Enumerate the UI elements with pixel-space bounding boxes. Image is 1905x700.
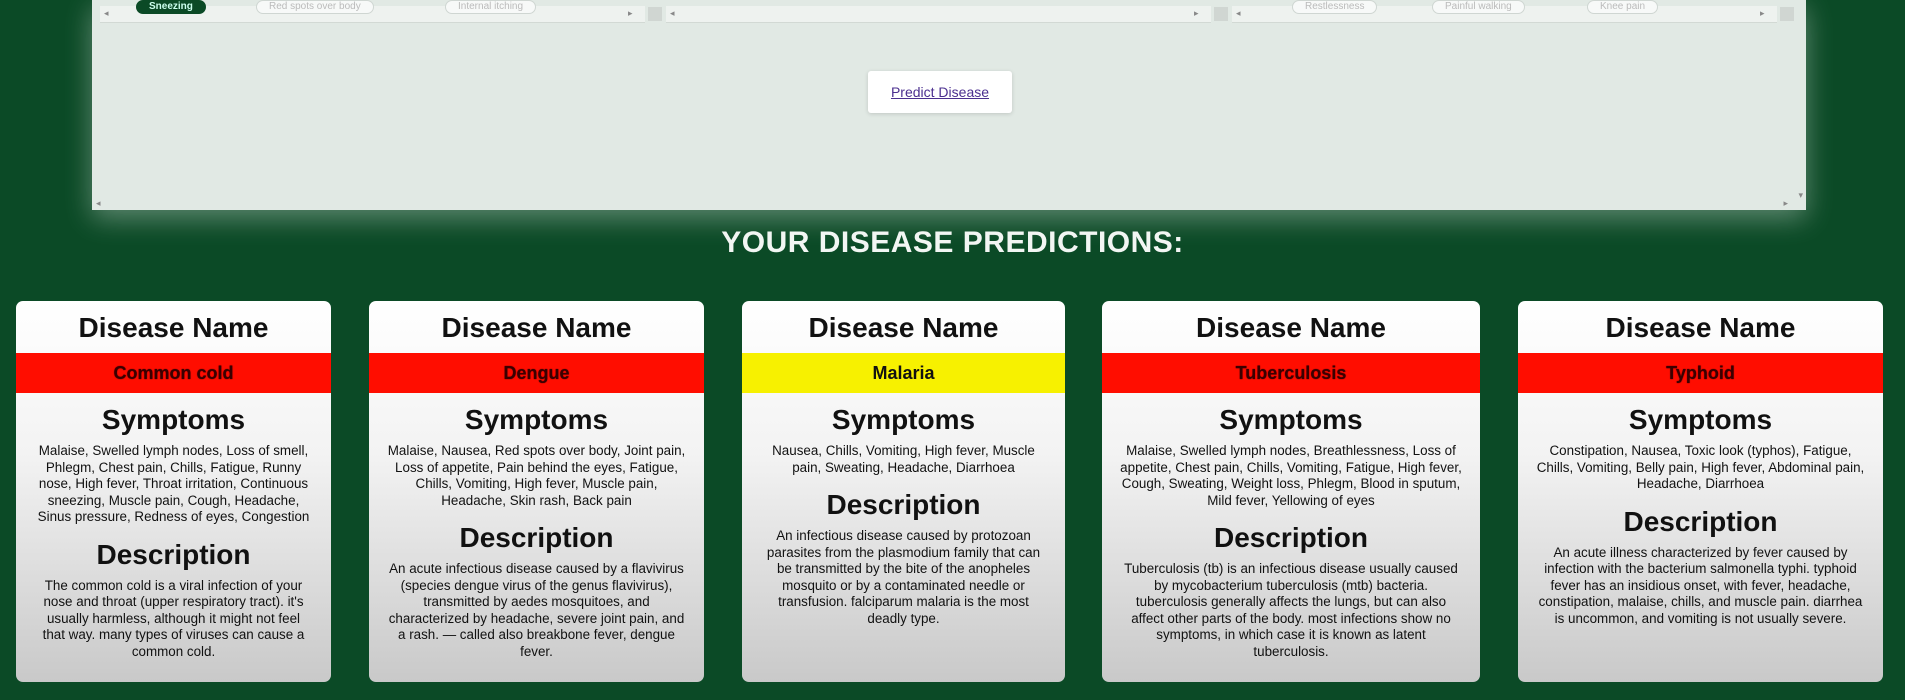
symptoms-text: Malaise, Swelled lymph nodes, Loss of sm… [37,443,310,524]
symptom-chip[interactable]: Restlessness [1292,0,1378,14]
symptom-chip[interactable]: Red spots over body [256,0,374,14]
disease-name-label: Disease Name [1196,312,1386,343]
symptoms-text: Malaise, Swelled lymph nodes, Breathless… [1120,443,1462,508]
description-title: Description [1623,505,1778,537]
symptoms-title: Symptoms [101,404,246,435]
symptoms-title: Symptoms [1219,404,1363,435]
symptom-selectors-row: ◂ ▸ Sneezing Red spots over body Interna… [100,0,1794,23]
scroll-left-icon[interactable]: ◂ [1236,8,1241,19]
disease-name-label: Disease Name [78,312,269,343]
scroll-right-icon[interactable]: ▸ [1783,198,1788,209]
prediction-card: Disease Name Typhoid Symptoms Constipati… [1518,301,1883,682]
disease-name-banner: Common cold [16,353,331,393]
panel-horizontal-scrollbar[interactable]: ◂ ▸ ▾ [92,190,1806,210]
disease-name-banner: Dengue [369,353,704,393]
disease-name-banner: Tuberculosis [1102,353,1480,393]
scroll-down-icon[interactable]: ▾ [1798,190,1803,201]
symptom-selector-2-scrollbar[interactable]: ◂ ▸ [666,6,1211,23]
disease-name-label: Disease Name [808,312,999,343]
predictions-heading: YOUR DISEASE PREDICTIONS: [721,226,1184,259]
description-text: An acute infectious disease caused by a … [388,561,685,659]
symptoms-title: Symptoms [464,404,609,435]
description-title: Description [826,489,981,520]
description-title: Description [459,522,614,553]
symptoms-text: Malaise, Nausea, Red spots over body, Jo… [387,443,686,508]
description-title: Description [1213,522,1369,553]
prediction-card: Disease Name Dengue Symptoms Malaise, Na… [369,301,704,682]
description-text: An infectious disease caused by protozoa… [766,528,1041,626]
scroll-corner [1214,7,1228,21]
symptom-selector-3-scrollbar[interactable]: ◂ ▸ Restlessness Painful walking Knee pa… [1232,0,1777,23]
predict-disease-button[interactable]: Predict Disease [868,71,1012,113]
description-text: The common cold is a viral infection of … [42,577,305,659]
scroll-right-icon[interactable]: ▸ [1194,8,1199,19]
symptoms-text: Nausea, Chills, Vomiting, High fever, Mu… [772,443,1035,475]
description-title: Description [96,538,251,570]
disease-name-label: Disease Name [1605,312,1796,343]
description-text: Tuberculosis (tb) is an infectious disea… [1124,561,1458,659]
disease-name-label: Disease Name [441,312,632,343]
symptom-chip[interactable]: Sneezing [136,0,206,14]
disease-name-banner: Typhoid [1518,353,1883,393]
scroll-corner [648,7,662,21]
symptom-chip[interactable]: Internal itching [445,0,537,14]
symptoms-title: Symptoms [1628,404,1773,435]
prediction-card: Disease Name Tuberculosis Symptoms Malai… [1102,301,1480,682]
description-text: An acute illness characterized by fever … [1538,544,1863,626]
symptom-chip[interactable]: Knee pain [1587,0,1659,14]
scroll-right-icon[interactable]: ▸ [1760,8,1765,19]
scroll-corner [1780,7,1794,21]
scroll-right-icon[interactable]: ▸ [628,8,633,19]
scroll-left-icon[interactable]: ◂ [104,8,109,19]
disease-name-banner: Malaria [742,353,1065,393]
scroll-left-icon[interactable]: ◂ [96,198,101,209]
symptoms-title: Symptoms [831,404,976,435]
symptom-selector-1-scrollbar[interactable]: ◂ ▸ Sneezing Red spots over body Interna… [100,0,645,23]
prediction-card: Disease Name Common cold Symptoms Malais… [16,301,331,682]
scroll-left-icon[interactable]: ◂ [670,8,675,19]
symptom-chip[interactable]: Painful walking [1432,0,1525,14]
symptoms-text: Constipation, Nausea, Toxic look (typhos… [1536,443,1865,491]
prediction-card: Disease Name Malaria Symptoms Nausea, Ch… [742,301,1065,682]
symptom-form-panel: ◂ ▸ Sneezing Red spots over body Interna… [92,0,1806,210]
